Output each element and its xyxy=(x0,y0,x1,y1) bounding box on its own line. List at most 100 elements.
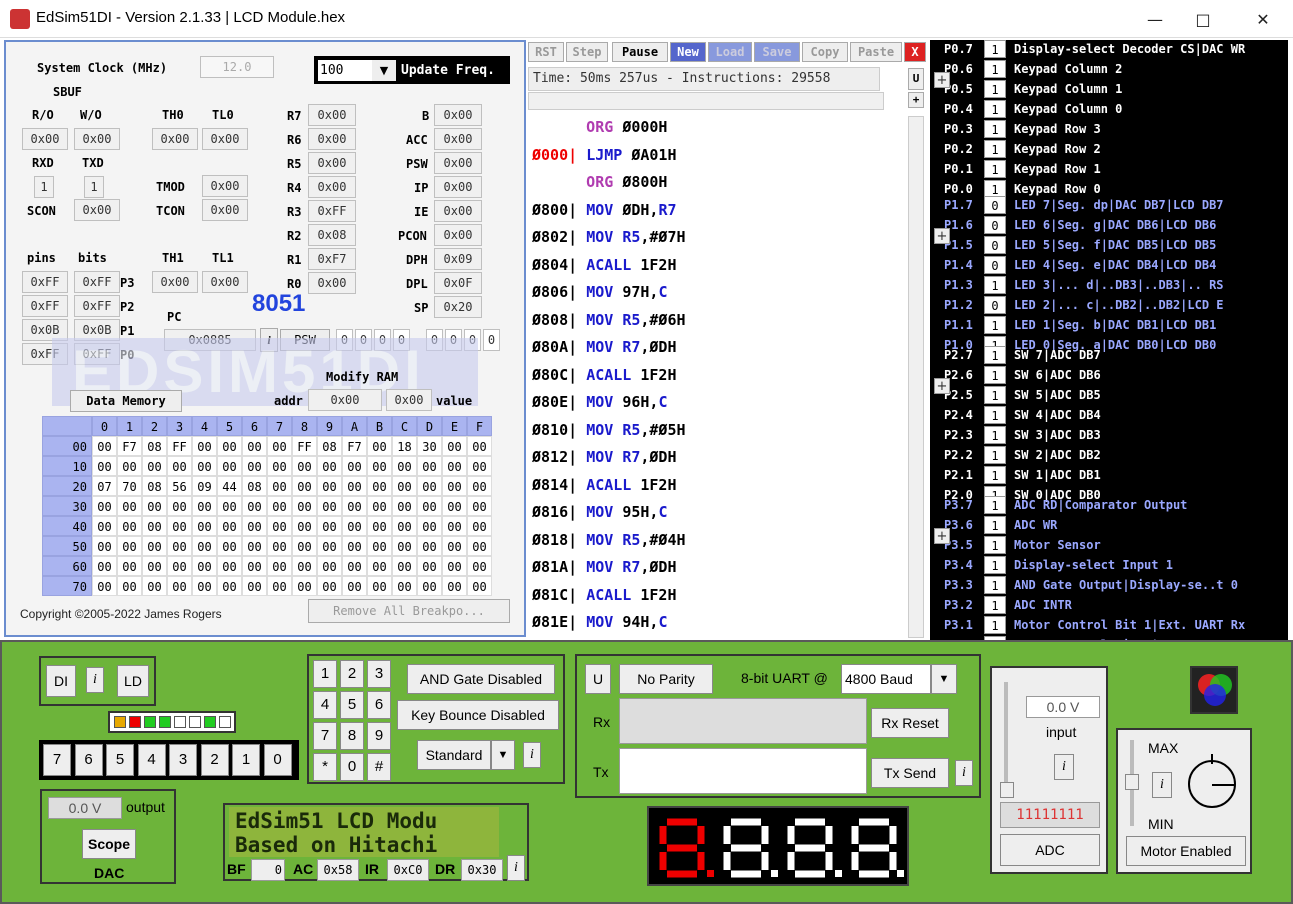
mem-cell[interactable]: 00 xyxy=(292,516,317,536)
code-line[interactable]: Ø81E| MOV 94H,C xyxy=(532,613,667,636)
mem-cell[interactable]: 00 xyxy=(167,496,192,516)
tx-send-button[interactable]: Tx Send xyxy=(871,758,949,788)
mem-cell[interactable]: 00 xyxy=(217,516,242,536)
mem-cell[interactable]: 00 xyxy=(342,576,367,596)
mem-cell[interactable]: 00 xyxy=(317,556,342,576)
keypad-key[interactable]: 0 xyxy=(340,753,364,781)
mem-cell[interactable]: 00 xyxy=(167,576,192,596)
mem-cell[interactable]: 00 xyxy=(92,496,117,516)
keypad-key[interactable]: 6 xyxy=(367,691,391,719)
mem-cell[interactable]: 00 xyxy=(417,456,442,476)
mem-cell[interactable]: 08 xyxy=(142,436,167,456)
mem-cell[interactable]: 00 xyxy=(117,556,142,576)
keypad-key[interactable]: 4 xyxy=(313,691,337,719)
system-clock-field[interactable]: 12.0 xyxy=(200,56,274,78)
mem-cell[interactable]: 00 xyxy=(92,536,117,556)
update-freq-input[interactable]: 100 xyxy=(318,60,372,81)
port-pins-field[interactable]: 0xFF xyxy=(22,271,68,293)
port-pin-toggle[interactable]: 1 xyxy=(984,80,1006,98)
mem-cell[interactable]: 00 xyxy=(367,556,392,576)
code-line[interactable]: Ø800| MOV ØDH,R7 xyxy=(532,201,677,227)
port-pin-toggle[interactable]: 1 xyxy=(984,40,1006,58)
mem-cell[interactable]: 00 xyxy=(442,536,467,556)
mem-cell[interactable]: 00 xyxy=(292,536,317,556)
mem-cell[interactable]: 30 xyxy=(417,436,442,456)
mem-cell[interactable]: 00 xyxy=(167,456,192,476)
mem-cell[interactable]: 08 xyxy=(242,476,267,496)
dropdown-arrow-icon[interactable]: ▼ xyxy=(931,664,957,694)
rxd-field[interactable]: 1 xyxy=(34,176,54,198)
switch-button[interactable]: 5 xyxy=(106,744,134,776)
port-pins-field[interactable]: 0xFF xyxy=(22,295,68,317)
mem-cell[interactable]: 70 xyxy=(117,476,142,496)
mem-cell[interactable]: 00 xyxy=(292,456,317,476)
port-pin-toggle[interactable]: 1 xyxy=(984,276,1006,294)
tx-textarea[interactable] xyxy=(619,748,867,794)
toolbar-button[interactable]: Step xyxy=(566,42,608,62)
tcon-field[interactable]: 0x00 xyxy=(202,199,248,221)
switch-button[interactable]: 3 xyxy=(169,744,197,776)
register-field[interactable]: 0x00 xyxy=(308,128,356,150)
keypad-key[interactable]: # xyxy=(367,753,391,781)
port-pin-toggle[interactable]: 1 xyxy=(984,556,1006,574)
sfr-field[interactable]: 0x20 xyxy=(434,296,482,318)
port-pin-toggle[interactable]: 1 xyxy=(984,516,1006,534)
expand-icon[interactable]: + xyxy=(908,92,924,108)
mem-cell[interactable]: 00 xyxy=(217,456,242,476)
remove-breakpoints-button[interactable]: Remove All Breakpo... xyxy=(308,599,510,623)
uart-u-button[interactable]: U xyxy=(585,664,611,694)
mem-cell[interactable]: 00 xyxy=(317,516,342,536)
mem-cell[interactable]: 00 xyxy=(467,516,492,536)
horizontal-scrollbar[interactable] xyxy=(528,92,884,110)
port-pin-toggle[interactable]: 0 xyxy=(984,196,1006,214)
port-bits-field[interactable]: 0xFF xyxy=(74,295,120,317)
parity-button[interactable]: No Parity xyxy=(619,664,713,694)
mem-cell[interactable]: 00 xyxy=(117,456,142,476)
mem-cell[interactable]: 00 xyxy=(267,456,292,476)
mem-cell[interactable]: 00 xyxy=(367,456,392,476)
mem-cell[interactable]: 00 xyxy=(242,536,267,556)
mem-cell[interactable]: 00 xyxy=(92,456,117,476)
code-line[interactable]: Ø80E| MOV 96H,C xyxy=(532,393,667,419)
code-line[interactable]: ORG Ø000H xyxy=(532,118,667,144)
psw-bit[interactable]: 0 xyxy=(483,329,500,351)
mem-cell[interactable]: 00 xyxy=(267,496,292,516)
code-line[interactable]: Ø816| MOV 95H,C xyxy=(532,503,667,529)
switch-button[interactable]: 2 xyxy=(200,744,229,776)
mem-cell[interactable]: 00 xyxy=(142,576,167,596)
mem-cell[interactable]: 00 xyxy=(417,496,442,516)
mem-cell[interactable]: 00 xyxy=(192,576,217,596)
mem-cell[interactable]: 00 xyxy=(292,496,317,516)
mem-cell[interactable]: 00 xyxy=(317,496,342,516)
mem-cell[interactable]: 00 xyxy=(117,516,142,536)
port-pin-toggle[interactable]: 1 xyxy=(984,316,1006,334)
mem-cell[interactable]: 00 xyxy=(242,496,267,516)
mem-cell[interactable]: 00 xyxy=(392,516,417,536)
code-line[interactable]: Ø808| MOV R5,#Ø6H xyxy=(532,311,686,337)
port-pin-toggle[interactable]: 1 xyxy=(984,596,1006,614)
code-line[interactable]: Ø806| MOV 97H,C xyxy=(532,283,667,309)
port-pin-toggle[interactable]: 1 xyxy=(984,160,1006,178)
mem-cell[interactable]: 00 xyxy=(442,456,467,476)
keypad-key[interactable]: 1 xyxy=(313,660,337,688)
code-line[interactable]: Ø80C| ACALL 1F2H xyxy=(532,366,677,392)
mem-cell[interactable]: 00 xyxy=(217,436,242,456)
keypad-mode-select[interactable]: Standard xyxy=(417,740,491,770)
mem-cell[interactable]: 00 xyxy=(267,436,292,456)
port-pin-toggle[interactable]: 1 xyxy=(984,406,1006,424)
info-button[interactable]: i xyxy=(1152,772,1172,798)
register-field[interactable]: 0x00 xyxy=(308,272,356,294)
keypad-key[interactable]: 7 xyxy=(313,722,337,750)
baud-select[interactable]: 4800 Baud xyxy=(841,664,931,694)
mem-cell[interactable]: 00 xyxy=(267,576,292,596)
mem-cell[interactable]: 00 xyxy=(167,516,192,536)
mem-cell[interactable]: 00 xyxy=(467,436,492,456)
code-line[interactable]: Ø80A| MOV R7,ØDH xyxy=(532,338,677,364)
mem-cell[interactable]: 00 xyxy=(142,456,167,476)
mem-cell[interactable]: 00 xyxy=(442,576,467,596)
port-pin-toggle[interactable]: 1 xyxy=(984,60,1006,78)
mem-cell[interactable]: 00 xyxy=(142,556,167,576)
mem-cell[interactable]: 00 xyxy=(167,536,192,556)
port-pin-toggle[interactable]: 0 xyxy=(984,236,1006,254)
switch-button[interactable]: 0 xyxy=(263,744,292,776)
